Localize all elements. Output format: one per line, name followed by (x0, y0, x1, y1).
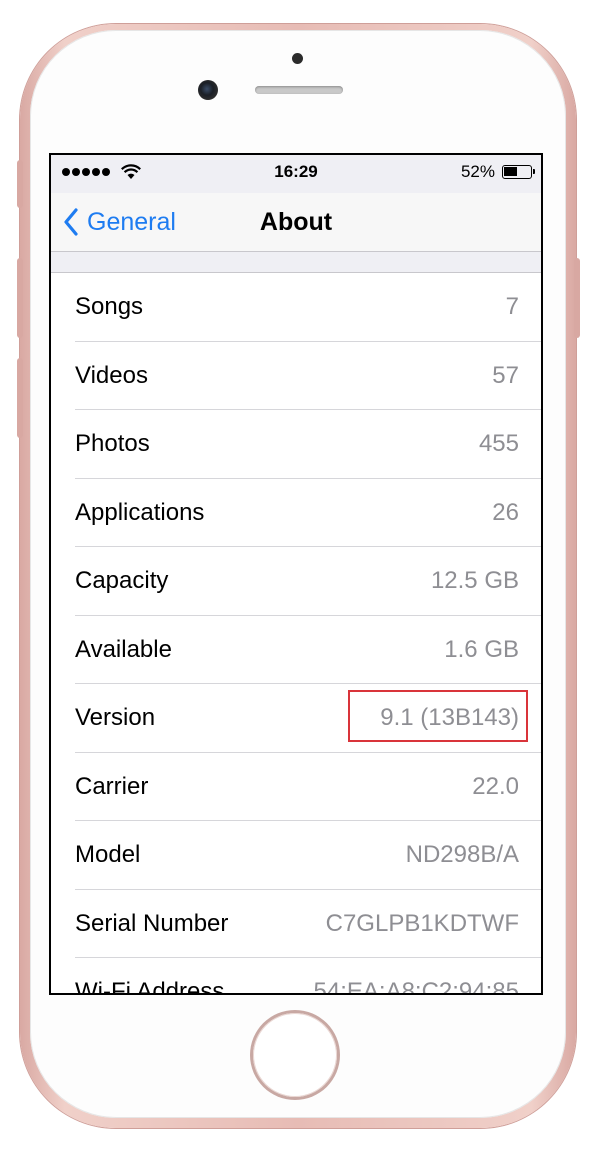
volume-down-button (17, 358, 23, 438)
power-button (574, 258, 580, 338)
proximity-sensor (292, 53, 303, 64)
list-item[interactable]: Photos 455 (51, 410, 541, 479)
navigation-bar: General About (51, 193, 541, 252)
list-item[interactable]: Capacity 12.5 GB (51, 547, 541, 616)
row-value: 12.5 GB (430, 567, 519, 595)
row-label: Videos (75, 361, 148, 389)
about-list: Songs 7 Videos 57 Photos 455 Applications 26 Cap… (51, 272, 541, 993)
settings-about-screen: 16:29 52% General About Songs 7 Videos 57 Ph… (51, 155, 541, 993)
list-item[interactable]: Carrier 22.0 (51, 753, 541, 822)
list-item[interactable]: Wi-Fi Address 54:EA:A8:C2:94:85 (51, 958, 541, 993)
battery-level-fill (504, 167, 517, 176)
row-value: 455 (478, 430, 519, 458)
page-title: About (259, 208, 333, 236)
list-item[interactable]: Videos 57 (51, 342, 541, 411)
row-label: Carrier (75, 772, 149, 800)
row-label: Applications (75, 498, 205, 526)
earpiece-speaker (255, 86, 343, 94)
list-item[interactable]: Serial Number C7GLPB1KDTWF (51, 890, 541, 959)
row-value: 54:EA:A8:C2:94:85 (313, 978, 519, 993)
row-value: 7 (505, 293, 519, 321)
row-value: C7GLPB1KDTWF (325, 909, 519, 937)
battery-percent: 52% (460, 162, 495, 181)
list-item[interactable]: Songs 7 (51, 273, 541, 342)
list-item[interactable]: Available 1.6 GB (51, 616, 541, 685)
row-label: Songs (75, 293, 144, 321)
stage: 16:29 52% General About Songs 7 Videos 57 Ph… (0, 0, 600, 1156)
row-label: Capacity (75, 567, 169, 595)
list-item[interactable]: Model ND298B/A (51, 821, 541, 890)
row-value: 26 (492, 498, 519, 526)
version-highlight-box (348, 690, 528, 742)
row-value: 57 (492, 361, 519, 389)
row-label: Wi-Fi Address (75, 978, 225, 993)
volume-up-button (17, 258, 23, 338)
list-item[interactable]: Applications 26 (51, 479, 541, 548)
row-value: 1.6 GB (444, 635, 519, 663)
row-label: Version (75, 704, 156, 732)
row-label: Available (75, 635, 172, 663)
status-bar: 16:29 52% (51, 155, 541, 193)
row-label: Photos (75, 430, 150, 458)
row-label: Model (75, 841, 141, 869)
row-value: 22.0 (472, 772, 519, 800)
front-camera (198, 80, 218, 100)
row-value: ND298B/A (405, 841, 519, 869)
row-label: Serial Number (75, 909, 229, 937)
phone-screen: 16:29 52% General About Songs 7 Videos 57 Ph… (49, 153, 543, 995)
mute-switch (17, 160, 23, 208)
home-button[interactable] (253, 1013, 337, 1097)
battery-icon (502, 165, 535, 179)
